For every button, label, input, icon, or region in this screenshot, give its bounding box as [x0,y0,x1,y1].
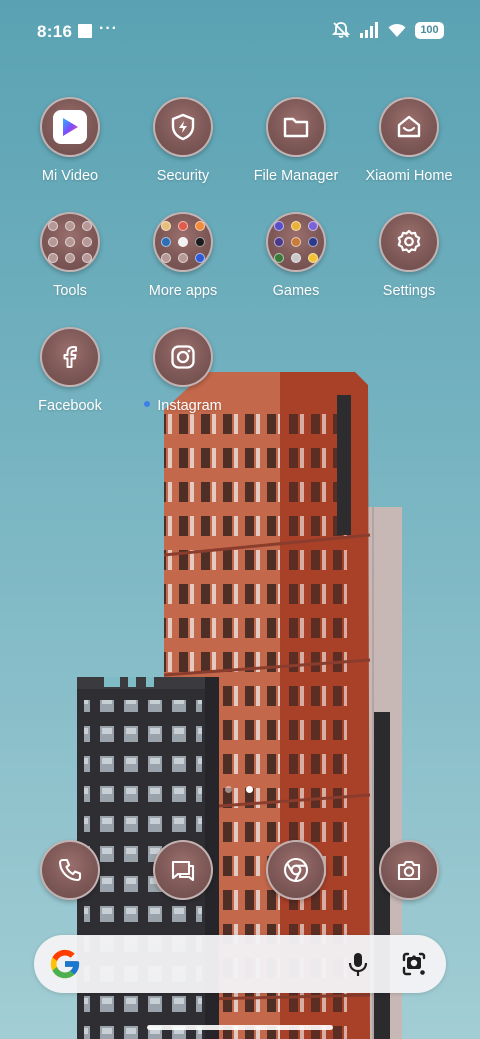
app-xiaomi-home[interactable]: Xiaomi Home [352,97,466,184]
folder-tools-icon[interactable] [40,212,100,272]
home-gesture-bar[interactable] [147,1025,333,1030]
app-label: Security [156,168,210,184]
dock-messages[interactable] [153,840,213,900]
gear-icon[interactable] [379,212,439,272]
signal-icon [360,22,378,38]
folder-tools[interactable]: Tools [13,212,127,299]
status-icons: 100 [331,21,444,39]
instagram-icon[interactable] [153,327,213,387]
app-facebook[interactable]: Facebook [13,327,127,414]
folder-more-apps[interactable]: More apps [126,212,240,299]
messages-icon[interactable] [153,840,213,900]
app-label: Tools [53,283,87,299]
phone-icon[interactable] [40,840,100,900]
battery-icon: 100 [415,21,444,39]
mi-video-icon[interactable] [40,97,100,157]
folder-games[interactable]: Games [239,212,353,299]
wifi-icon [388,23,406,37]
app-security[interactable]: Security [126,97,240,184]
notification-square-icon [78,24,92,38]
page-dot-2-active[interactable] [246,786,253,793]
page-dot-1[interactable] [225,786,232,793]
xiaomi-home-icon[interactable] [379,97,439,157]
app-label: Xiaomi Home [365,168,453,184]
status-time: 8:16 [37,22,73,41]
google-lens-icon[interactable] [400,950,428,978]
folder-games-icon[interactable] [266,212,326,272]
app-label: File Manager [253,168,339,184]
mic-icon[interactable] [344,950,372,978]
app-mi-video[interactable]: Mi Video [13,97,127,184]
camera-icon[interactable] [379,840,439,900]
app-label-text: Instagram [157,398,222,414]
more-notifications-indicator: ··· [99,20,118,37]
dock-camera[interactable] [379,840,439,900]
page-indicator[interactable] [225,786,253,793]
app-label: Instagram [126,398,240,414]
app-label: More apps [148,283,218,299]
facebook-icon[interactable] [40,327,100,387]
dock-phone[interactable] [40,840,100,900]
app-settings[interactable]: Settings [352,212,466,299]
chrome-icon[interactable] [266,840,326,900]
app-label: Games [272,283,320,299]
folder-more-apps-icon[interactable] [153,212,213,272]
security-shield-icon[interactable] [153,97,213,157]
status-bar: 8:16 ··· 100 [0,0,480,64]
new-install-dot [144,401,151,408]
app-instagram[interactable]: Instagram [126,327,240,414]
app-label: Settings [382,283,436,299]
google-search-bar[interactable] [34,935,446,993]
app-label: Mi Video [41,168,99,184]
google-g-icon[interactable] [48,947,82,981]
dock-chrome[interactable] [266,840,326,900]
app-label: Facebook [38,398,102,414]
muted-bell-icon [331,22,351,38]
app-file-manager[interactable]: File Manager [239,97,353,184]
folder-icon[interactable] [266,97,326,157]
